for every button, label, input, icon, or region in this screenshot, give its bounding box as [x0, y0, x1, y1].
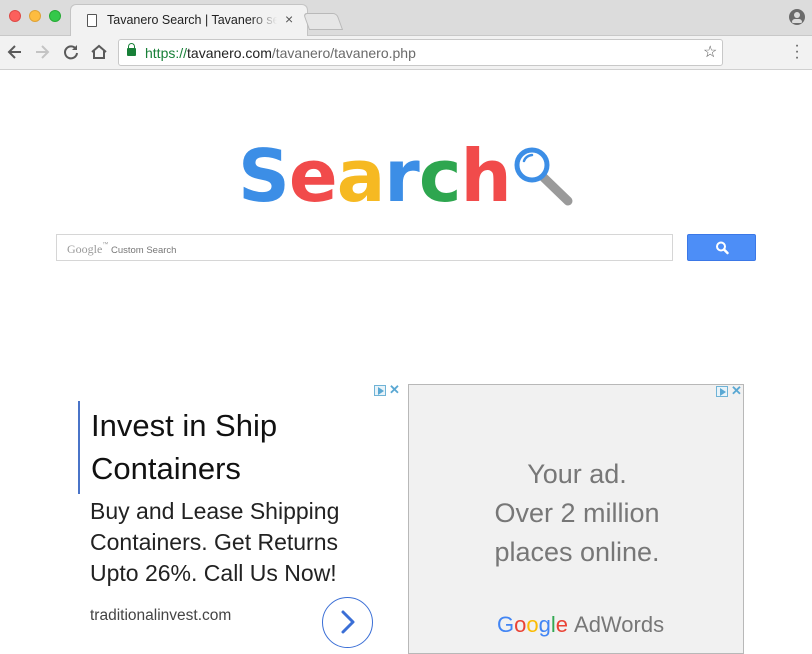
promo-line-2: Over 2 million	[494, 498, 660, 528]
close-icon[interactable]: ×	[285, 11, 293, 27]
search-button[interactable]	[687, 234, 756, 261]
google-letter: o	[526, 612, 539, 637]
adchoices-icon[interactable]: ✕	[372, 382, 402, 398]
search-icon	[716, 241, 729, 255]
address-bar[interactable]: https://tavanero.com/tavanero/tavanero.p…	[118, 39, 723, 66]
search-input[interactable]: Google™ Custom Search	[56, 234, 673, 261]
reload-icon[interactable]	[60, 41, 82, 63]
promo-line-3: places online.	[494, 537, 660, 567]
browser-titlebar: Tavanero Search | Tavanero search ×	[0, 0, 812, 37]
close-window-button[interactable]	[9, 10, 21, 22]
url-host: tavanero.com	[187, 45, 272, 61]
ad-headline[interactable]: Invest in Ship Containers	[91, 404, 381, 490]
page-icon	[87, 14, 97, 27]
google-letter: g	[538, 612, 551, 637]
adwords-logo: Google AdWords	[497, 612, 664, 638]
menu-dots-icon[interactable]: · · ·	[792, 38, 802, 66]
logo-letter: a	[336, 134, 386, 218]
new-tab-button[interactable]	[302, 13, 344, 30]
trademark: ™	[102, 242, 109, 248]
google-letter: o	[514, 612, 527, 637]
logo-letter: h	[460, 134, 512, 218]
maximize-window-button[interactable]	[49, 10, 61, 22]
profile-icon[interactable]	[789, 9, 805, 25]
logo-letter: c	[418, 134, 462, 218]
logo-letter: r	[384, 134, 420, 218]
forward-arrow-icon[interactable]	[31, 41, 53, 63]
ad-headline-line-2[interactable]: Containers	[91, 447, 381, 490]
adchoices-icon[interactable]: ✕	[714, 383, 744, 399]
ad-domain[interactable]: traditionalinvest.com	[90, 607, 231, 625]
google-label: Google	[67, 242, 103, 256]
search-placeholder: Custom Search	[110, 245, 177, 256]
tab-title: Tavanero Search | Tavanero search	[107, 13, 277, 27]
google-wordmark: Google	[497, 612, 568, 637]
ad-body-text[interactable]: Buy and Lease Shipping Containers. Get R…	[90, 496, 380, 589]
url-text[interactable]: https://tavanero.com/tavanero/tavanero.p…	[145, 45, 416, 61]
magnifier-icon	[514, 147, 573, 206]
adwords-ad[interactable]: ✕ Your ad. Over 2 million places online.…	[408, 383, 745, 654]
ad-close-icon[interactable]: ✕	[389, 382, 400, 398]
browser-toolbar: https://tavanero.com/tavanero/tavanero.p…	[0, 36, 812, 70]
url-scheme: https://	[145, 45, 188, 61]
logo-letter: e	[288, 134, 338, 218]
ad-accent-bar	[78, 401, 80, 494]
logo-letter: S	[238, 134, 290, 218]
google-letter: G	[497, 612, 515, 637]
url-path: /tavanero/tavanero.php	[271, 45, 416, 61]
star-icon[interactable]: ☆	[703, 42, 717, 62]
adwords-wordmark: AdWords	[574, 612, 665, 637]
ad-headline-line-1[interactable]: Invest in Ship	[91, 404, 381, 447]
ad-open-button[interactable]	[322, 597, 373, 648]
chevron-right-icon	[341, 610, 355, 634]
lock-icon	[127, 43, 136, 56]
ad-close-icon[interactable]: ✕	[731, 383, 742, 399]
ad-info-icon[interactable]	[716, 386, 728, 397]
home-icon[interactable]	[88, 41, 110, 63]
ad-info-icon[interactable]	[374, 385, 386, 396]
promo-line-1: Your ad.	[527, 459, 627, 489]
adwords-promo-text: Your ad. Over 2 million places online.	[409, 455, 745, 572]
google-letter: e	[555, 612, 569, 637]
browser-tab[interactable]: Tavanero Search | Tavanero search ×	[70, 4, 308, 37]
back-arrow-icon[interactable]	[4, 41, 26, 63]
minimize-window-button[interactable]	[29, 10, 41, 22]
search-logo: Search	[238, 134, 512, 218]
